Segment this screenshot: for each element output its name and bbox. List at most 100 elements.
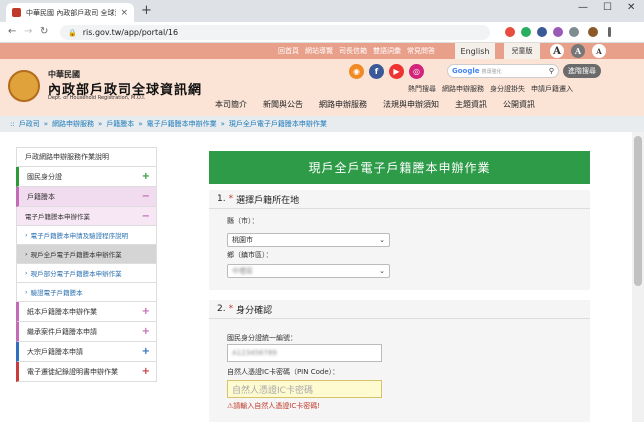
new-tab-button[interactable]: +	[141, 3, 152, 18]
district-label: 鄉（鎮市區）：	[227, 251, 273, 259]
top-link-glossary[interactable]: 雙語詞彙	[373, 46, 401, 56]
quick-link-id-loss[interactable]: 身分證掛失	[490, 84, 525, 94]
kids-version-button[interactable]: 兒童版	[504, 43, 540, 59]
top-link-home[interactable]: 回首頁	[278, 46, 299, 56]
top-link-faq[interactable]: 常見問答	[407, 46, 435, 56]
nav-topics[interactable]: 主題資訊	[455, 99, 487, 110]
top-links: 回首頁 網站導覽 司長信箱 雙語詞彙 常見問答	[278, 46, 435, 56]
quick-link-hot-search[interactable]: 熱門搜尋	[408, 84, 436, 94]
top-link-mailbox[interactable]: 司長信箱	[339, 46, 367, 56]
section-identity-check: 2. * 身分確認 國民身分證統一編號： A123456789 自然人憑證IC卡…	[209, 300, 590, 422]
browser-tab-strip: 中華民國 內政部戶政司 全球資訊網 × + — ☐ ✕	[0, 0, 644, 22]
sidebar-item-household-transcript[interactable]: 戶籍謄本 −	[16, 187, 157, 207]
sidebar-item-bulk-transcript[interactable]: 大宗戶籍謄本申請 +	[16, 342, 157, 362]
sidebar-link-verify-transcript[interactable]: › 驗證電子戶籍謄本	[16, 283, 157, 302]
window-close-button[interactable]: ✕	[627, 2, 635, 13]
reload-button[interactable]: ↻	[40, 26, 48, 37]
county-selected-value: 桃園市	[232, 236, 253, 244]
search-input[interactable]: 搜尋強化	[482, 68, 549, 75]
pin-code-warning: ⚠請輸入自然人憑證IC卡密碼!	[227, 402, 321, 410]
logo-english: Dept. of Household Registration, M.O.I.	[48, 95, 146, 101]
nav-news[interactable]: 新聞與公告	[263, 99, 303, 110]
collapse-minus-icon[interactable]: −	[142, 211, 150, 222]
expand-plus-icon[interactable]: +	[142, 366, 150, 377]
main-navigation: 本司簡介 新聞與公告 網路申辦服務 法規與申辦須知 主題資訊 公開資訊	[215, 99, 535, 110]
forward-button[interactable]: →	[24, 26, 32, 37]
extension-purple-icon[interactable]	[553, 27, 563, 37]
breadcrumb-item[interactable]: 電子戶籍謄本申辦作業	[147, 119, 217, 129]
id-number-input[interactable]: A123456789	[227, 344, 382, 362]
youtube-icon[interactable]: ▶	[389, 64, 404, 79]
pin-code-input[interactable]: 自然人憑證IC卡密碼	[227, 380, 382, 398]
window-maximize-button[interactable]: ☐	[603, 2, 612, 13]
browser-toolbar: ← → ↻ 🔒 ris.gov.tw/app/portal/16	[0, 22, 644, 43]
font-small-button[interactable]: A	[592, 44, 606, 58]
flickr-icon[interactable]: ◎	[409, 64, 424, 79]
ministry-emblem-icon[interactable]	[8, 70, 40, 102]
required-marker: *	[228, 304, 234, 314]
expand-plus-icon[interactable]: +	[142, 326, 150, 337]
breadcrumb-item[interactable]: 戶政司	[19, 119, 40, 129]
nav-online-services[interactable]: 網路申辦服務	[319, 99, 367, 110]
window-minimize-button[interactable]: —	[578, 2, 588, 13]
address-bar[interactable]: 🔒 ris.gov.tw/app/portal/16	[60, 25, 490, 40]
google-logo: Google	[452, 67, 480, 75]
back-button[interactable]: ←	[8, 26, 16, 37]
expand-plus-icon[interactable]: +	[142, 171, 150, 182]
extensions-puzzle-icon[interactable]	[569, 27, 579, 37]
pin-code-label: 自然人憑證IC卡密碼（PIN Code）：	[227, 368, 340, 376]
font-large-button[interactable]: A	[550, 44, 564, 58]
english-button[interactable]: English	[455, 43, 495, 59]
facebook-icon[interactable]: f	[369, 64, 384, 79]
expand-plus-icon[interactable]: +	[142, 306, 150, 317]
extension-green-icon[interactable]	[521, 27, 531, 37]
required-marker: *	[228, 194, 234, 204]
browser-menu-icon[interactable]	[608, 27, 611, 37]
tab-title: 中華民國 內政部戶政司 全球資訊網	[26, 8, 116, 17]
breadcrumb-item[interactable]: 戶籍謄本	[106, 119, 134, 129]
id-number-value: A123456789	[232, 349, 277, 357]
top-link-sitemap[interactable]: 網站導覽	[305, 46, 333, 56]
sidebar-item-inheritance-transcript[interactable]: 繼承案件戶籍謄本申請 +	[16, 322, 157, 342]
extension-red-icon[interactable]	[505, 27, 515, 37]
rss-icon[interactable]: ◉	[349, 64, 364, 79]
collapse-minus-icon[interactable]: −	[142, 191, 150, 202]
search-icon[interactable]: ⚲	[549, 67, 554, 75]
chevron-down-icon: ⌄	[379, 236, 385, 244]
nav-public-info[interactable]: 公開資訊	[503, 99, 535, 110]
nav-about[interactable]: 本司簡介	[215, 99, 247, 110]
section-heading: 1. * 選擇戶籍所在地	[209, 190, 590, 209]
browser-tab[interactable]: 中華民國 內政部戶政司 全球資訊網 ×	[6, 3, 134, 22]
sidebar-item-service-guide[interactable]: 戶政網路申辦服務作業說明	[16, 147, 157, 167]
sidebar-link-application-guide[interactable]: › 電子戶籍謄本申請及驗證程序說明	[16, 226, 157, 245]
extension-blue-icon[interactable]	[537, 27, 547, 37]
breadcrumb-item[interactable]: 現戶全戶電子戶籍謄本申辦作業	[229, 119, 327, 129]
sidebar-item-id-card[interactable]: 國民身分證 +	[16, 167, 157, 187]
section-heading: 2. * 身分確認	[209, 300, 590, 319]
chevron-down-icon: ⌄	[379, 267, 385, 275]
scrollbar-thumb[interactable]	[634, 136, 642, 286]
id-number-label: 國民身分證統一編號：	[227, 334, 297, 342]
district-selected-value: 中壢區	[232, 267, 253, 275]
font-medium-button[interactable]: A	[571, 44, 585, 58]
profile-avatar[interactable]	[588, 27, 598, 37]
expand-plus-icon[interactable]: +	[142, 346, 150, 357]
sidebar-subitem-electronic-transcript[interactable]: 電子戶籍謄本申辦作業 −	[16, 207, 157, 226]
sidebar-item-paper-transcript[interactable]: 紙本戶籍謄本申辦作業 +	[16, 302, 157, 322]
search-box[interactable]: Google 搜尋強化 ⚲	[447, 64, 559, 78]
sidebar-link-full-household[interactable]: › 現戶全戶電子戶籍謄本申辦作業	[16, 245, 157, 264]
lock-icon: 🔒	[68, 28, 77, 37]
chevron-right-icon: ›	[25, 231, 28, 239]
breadcrumb-item[interactable]: 網路申辦服務	[52, 119, 94, 129]
nav-regulations[interactable]: 法規與申辦須知	[383, 99, 439, 110]
advanced-search-button[interactable]: 進階搜尋	[563, 64, 601, 78]
quick-link-online-services[interactable]: 網路申辦服務	[442, 84, 484, 94]
sidebar-item-migration-record[interactable]: 電子遷徙紀錄證明書申辦作業 +	[16, 362, 157, 382]
county-select[interactable]: 桃園市 ⌄	[227, 233, 390, 247]
sidebar-link-partial-household[interactable]: › 現戶部分電子戶籍謄本申辦作業	[16, 264, 157, 283]
quick-link-move-in[interactable]: 申請戶籍遷入	[531, 84, 573, 94]
chevron-right-icon: ›	[25, 269, 28, 277]
district-select[interactable]: 中壢區 ⌄	[227, 264, 390, 278]
tab-close-icon[interactable]: ×	[120, 8, 128, 18]
page-title: 現戶全戶電子戶籍謄本申辦作業	[209, 151, 590, 184]
